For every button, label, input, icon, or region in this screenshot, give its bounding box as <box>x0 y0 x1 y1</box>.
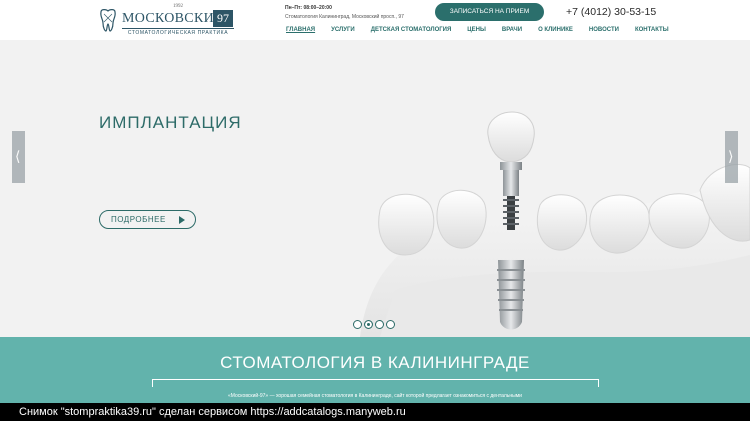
tooth-icon <box>100 9 116 32</box>
clinic-address: Стоматология Калининград, Московский про… <box>285 14 404 20</box>
learn-more-button[interactable]: ПОДРОБНЕЕ <box>99 210 196 229</box>
chevron-right-icon: ⟩ <box>728 148 734 164</box>
slider-dot-2[interactable] <box>364 320 373 329</box>
dental-implant-illustration <box>0 40 750 337</box>
section-intro-text: «Московский-97» — хорошая семейная стома… <box>228 393 522 399</box>
slider-pagination <box>353 320 395 329</box>
main-nav: ГЛАВНАЯ УСЛУГИ ДЕТСКАЯ СТОМАТОЛОГИЯ ЦЕНЫ… <box>286 27 685 37</box>
site-header: 1992 МОСКОВСКИЙ 97 СТОМАТОЛОГИЧЕСКАЯ ПРА… <box>0 0 750 40</box>
nav-item-doctors[interactable]: ВРАЧИ <box>502 27 522 37</box>
logo-year: 1992 <box>173 4 183 9</box>
logo-number: 97 <box>213 10 233 27</box>
chevron-left-icon: ⟨ <box>15 148 21 164</box>
nav-item-about[interactable]: О КЛИНИКЕ <box>538 27 573 37</box>
section-title: СТОМАТОЛОГИЯ В КАЛИНИНГРАДЕ <box>220 353 530 372</box>
slider-prev-button[interactable]: ⟨ <box>12 131 25 183</box>
nav-item-kids-dentistry[interactable]: ДЕТСКАЯ СТОМАТОЛОГИЯ <box>371 27 452 37</box>
nav-item-services[interactable]: УСЛУГИ <box>331 27 355 37</box>
nav-item-prices[interactable]: ЦЕНЫ <box>467 27 486 37</box>
slider-dot-1[interactable] <box>353 320 362 329</box>
section-divider <box>152 379 599 387</box>
nav-item-home[interactable]: ГЛАВНАЯ <box>286 27 315 37</box>
hero-title: ИМПЛАНТАЦИЯ <box>99 113 242 132</box>
logo-name: МОСКОВСКИЙ <box>122 11 225 26</box>
slider-next-button[interactable]: ⟩ <box>725 131 738 183</box>
slider-dot-3[interactable] <box>375 320 384 329</box>
slider-dot-4[interactable] <box>386 320 395 329</box>
logo[interactable]: 1992 МОСКОВСКИЙ 97 СТОМАТОЛОГИЧЕСКАЯ ПРА… <box>98 4 238 38</box>
nav-item-contacts[interactable]: КОНТАКТЫ <box>635 27 669 37</box>
hero-slider: ИМПЛАНТАЦИЯ ПОДРОБНЕЕ ⟨ ⟩ <box>0 40 750 337</box>
book-appointment-button[interactable]: ЗАПИСАТЬСЯ НА ПРИЕМ <box>435 3 544 21</box>
screenshot-caption: Снимок "stompraktika39.ru" сделан сервис… <box>0 403 750 421</box>
learn-more-label: ПОДРОБНЕЕ <box>111 215 166 224</box>
working-hours: Пн–Пт: 08:00–20:00 <box>285 5 332 11</box>
phone-number[interactable]: +7 (4012) 30-53-15 <box>566 6 656 18</box>
nav-item-news[interactable]: НОВОСТИ <box>589 27 619 37</box>
logo-subtitle: СТОМАТОЛОГИЧЕСКАЯ ПРАКТИКА <box>122 28 234 36</box>
intro-section: СТОМАТОЛОГИЯ В КАЛИНИНГРАДЕ «Московский-… <box>0 337 750 403</box>
play-arrow-icon <box>179 216 185 224</box>
